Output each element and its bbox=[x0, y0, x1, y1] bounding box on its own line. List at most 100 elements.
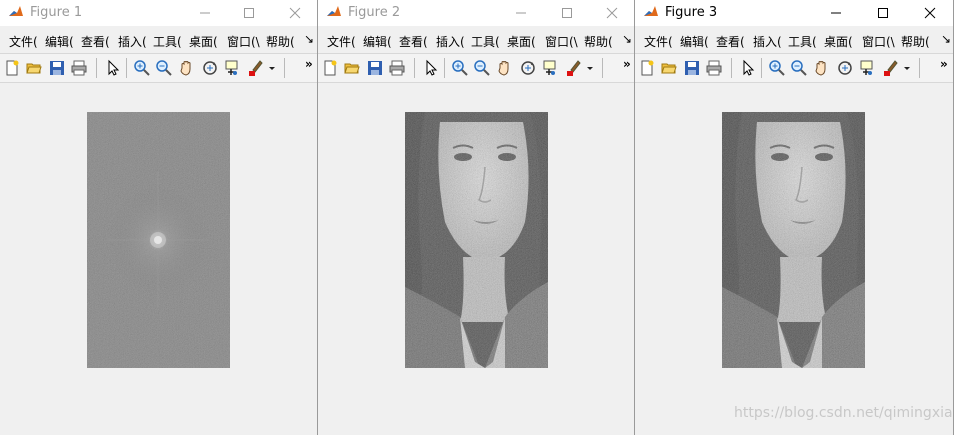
pointer-icon[interactable] bbox=[422, 59, 440, 77]
menu-edit[interactable]: 编辑( bbox=[363, 33, 392, 50]
pan-hand-icon[interactable] bbox=[496, 59, 514, 77]
data-cursor-icon[interactable] bbox=[541, 59, 559, 77]
rotate-3d-icon[interactable] bbox=[201, 59, 219, 77]
menu-insert[interactable]: 插入( bbox=[118, 33, 147, 50]
toolbar-separator bbox=[284, 58, 285, 78]
menu-view[interactable]: 查看( bbox=[81, 33, 110, 50]
menu-insert[interactable]: 插入( bbox=[436, 33, 465, 50]
save-icon[interactable] bbox=[683, 59, 701, 77]
brush-dropdown-icon[interactable] bbox=[903, 66, 911, 72]
menu-edit[interactable]: 编辑( bbox=[45, 33, 74, 50]
menu-help[interactable]: 帮助( bbox=[584, 33, 613, 50]
minimize-icon bbox=[516, 12, 526, 14]
figure-window-1: Figure 1 文件( 编辑( 查看( 插入( 工具( 桌面( 窗口(\ 帮助… bbox=[0, 0, 318, 435]
open-file-icon[interactable] bbox=[25, 59, 43, 77]
menu-overflow-arrow[interactable]: ↘ bbox=[622, 32, 632, 46]
menu-tools[interactable]: 工具( bbox=[788, 33, 817, 50]
save-icon[interactable] bbox=[48, 59, 66, 77]
toolbar-overflow[interactable]: » bbox=[623, 57, 631, 71]
zoom-out-icon[interactable] bbox=[155, 59, 173, 77]
toolbar-separator bbox=[761, 58, 762, 78]
toolbar-separator bbox=[731, 58, 732, 78]
toolbar-overflow[interactable]: » bbox=[940, 57, 948, 71]
data-cursor-icon[interactable] bbox=[223, 59, 241, 77]
menu-bar: 文件( 编辑( 查看( 插入( 工具( 桌面( 窗口(\ 帮助( ↘ bbox=[0, 28, 317, 52]
close-icon bbox=[289, 7, 301, 19]
open-file-icon[interactable] bbox=[343, 59, 361, 77]
new-figure-icon[interactable] bbox=[638, 59, 656, 77]
title-bar[interactable]: Figure 3 bbox=[635, 0, 953, 26]
rotate-3d-icon[interactable] bbox=[836, 59, 854, 77]
menu-file[interactable]: 文件( bbox=[644, 33, 673, 50]
menu-window[interactable]: 窗口(\ bbox=[227, 33, 260, 50]
menu-tools[interactable]: 工具( bbox=[153, 33, 182, 50]
new-figure-icon[interactable] bbox=[321, 59, 339, 77]
close-icon bbox=[924, 7, 936, 19]
open-file-icon[interactable] bbox=[660, 59, 678, 77]
menu-edit[interactable]: 编辑( bbox=[680, 33, 709, 50]
maximize-button[interactable] bbox=[226, 0, 272, 26]
figure-window-2: Figure 2 文件( 编辑( 查看( 插入( 工具( 桌面( 窗口(\ 帮助… bbox=[318, 0, 635, 435]
maximize-button[interactable] bbox=[544, 0, 590, 26]
pan-hand-icon[interactable] bbox=[813, 59, 831, 77]
menu-help[interactable]: 帮助( bbox=[901, 33, 930, 50]
menu-overflow-arrow[interactable]: ↘ bbox=[941, 32, 951, 46]
menu-tools[interactable]: 工具( bbox=[471, 33, 500, 50]
minimize-icon bbox=[200, 12, 210, 14]
menu-bar: 文件( 编辑( 查看( 插入( 工具( 桌面( 窗口(\ 帮助( ↘ bbox=[318, 28, 634, 52]
menu-view[interactable]: 查看( bbox=[399, 33, 428, 50]
minimize-button[interactable] bbox=[182, 0, 228, 26]
close-button[interactable] bbox=[589, 0, 634, 26]
menu-desktop[interactable]: 桌面( bbox=[824, 33, 853, 50]
title-bar[interactable]: Figure 2 bbox=[318, 0, 634, 26]
minimize-icon bbox=[831, 12, 841, 14]
zoom-in-icon[interactable] bbox=[768, 59, 786, 77]
menu-help[interactable]: 帮助( bbox=[266, 33, 295, 50]
new-figure-icon[interactable] bbox=[3, 59, 21, 77]
toolbar-separator bbox=[96, 58, 97, 78]
data-cursor-icon[interactable] bbox=[858, 59, 876, 77]
maximize-icon bbox=[244, 8, 254, 18]
zoom-in-icon[interactable] bbox=[451, 59, 469, 77]
toolbar-separator bbox=[919, 58, 920, 78]
menu-window[interactable]: 窗口(\ bbox=[862, 33, 895, 50]
menu-file[interactable]: 文件( bbox=[327, 33, 356, 50]
zoom-in-icon[interactable] bbox=[133, 59, 151, 77]
brush-icon[interactable] bbox=[246, 59, 264, 77]
menu-insert[interactable]: 插入( bbox=[753, 33, 782, 50]
pointer-icon[interactable] bbox=[739, 59, 757, 77]
spectrum-image bbox=[87, 112, 230, 368]
save-icon[interactable] bbox=[366, 59, 384, 77]
noisy-portrait-image bbox=[722, 112, 865, 368]
brush-icon[interactable] bbox=[564, 59, 582, 77]
figure-toolbar: » bbox=[0, 53, 317, 83]
matlab-icon bbox=[326, 4, 342, 20]
close-button[interactable] bbox=[272, 0, 317, 26]
minimize-button[interactable] bbox=[498, 0, 544, 26]
menu-desktop[interactable]: 桌面( bbox=[507, 33, 536, 50]
zoom-out-icon[interactable] bbox=[790, 59, 808, 77]
close-button[interactable] bbox=[907, 0, 953, 26]
noisy-portrait-image bbox=[405, 112, 548, 368]
menu-view[interactable]: 查看( bbox=[716, 33, 745, 50]
menu-window[interactable]: 窗口(\ bbox=[545, 33, 578, 50]
pointer-icon[interactable] bbox=[104, 59, 122, 77]
rotate-3d-icon[interactable] bbox=[519, 59, 537, 77]
toolbar-overflow[interactable]: » bbox=[305, 57, 313, 71]
brush-icon[interactable] bbox=[881, 59, 899, 77]
zoom-out-icon[interactable] bbox=[473, 59, 491, 77]
maximize-button[interactable] bbox=[860, 0, 906, 26]
maximize-icon bbox=[562, 8, 572, 18]
pan-hand-icon[interactable] bbox=[178, 59, 196, 77]
minimize-button[interactable] bbox=[813, 0, 859, 26]
print-icon[interactable] bbox=[388, 59, 406, 77]
print-icon[interactable] bbox=[70, 59, 88, 77]
menu-overflow-arrow[interactable]: ↘ bbox=[304, 32, 314, 46]
print-icon[interactable] bbox=[705, 59, 723, 77]
menu-desktop[interactable]: 桌面( bbox=[189, 33, 218, 50]
menu-file[interactable]: 文件( bbox=[9, 33, 38, 50]
title-bar[interactable]: Figure 1 bbox=[0, 0, 317, 26]
brush-dropdown-icon[interactable] bbox=[268, 66, 276, 72]
toolbar-separator bbox=[414, 58, 415, 78]
brush-dropdown-icon[interactable] bbox=[586, 66, 594, 72]
